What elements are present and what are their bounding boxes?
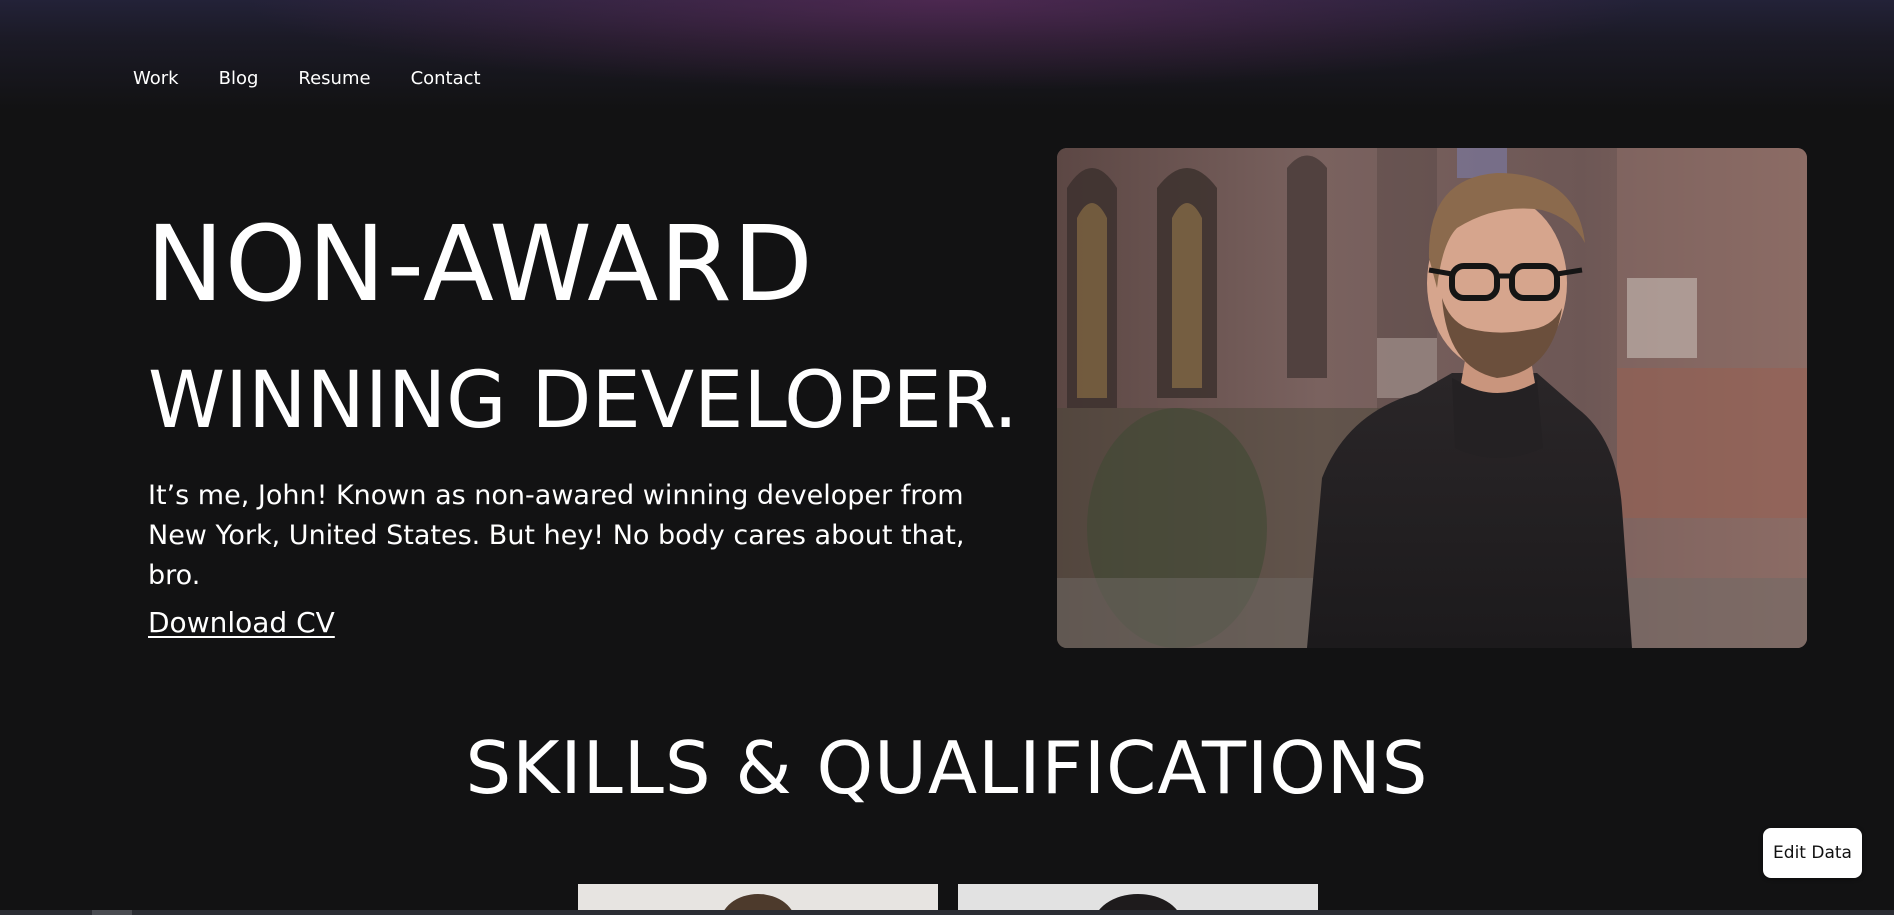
hero-portrait-photo (1057, 148, 1807, 648)
download-cv-link[interactable]: Download CV (148, 606, 335, 639)
hero-title-line-1: NON-AWARD (146, 203, 814, 325)
portrait-illustration (1057, 148, 1807, 648)
nav-link-contact[interactable]: Contact (411, 68, 481, 89)
scrollbar-thumb[interactable] (92, 910, 132, 915)
nav-link-work[interactable]: Work (133, 68, 179, 89)
header-gradient (0, 0, 1894, 110)
nav-link-blog[interactable]: Blog (219, 68, 259, 89)
portfolio-page: Work Blog Resume Contact NON-AWARD WINNI… (0, 0, 1894, 915)
horizontal-scrollbar[interactable] (0, 910, 1894, 915)
skills-section-title: SKILLS & QUALIFICATIONS (465, 726, 1429, 810)
main-nav: Work Blog Resume Contact (133, 68, 481, 89)
nav-link-resume[interactable]: Resume (298, 68, 370, 89)
edit-data-button[interactable]: Edit Data (1763, 828, 1862, 878)
hero-intro-text: It’s me, John! Known as non-awared winni… (148, 480, 965, 591)
hero-title-line-2: WINNING DEVELOPER. (148, 356, 1018, 446)
